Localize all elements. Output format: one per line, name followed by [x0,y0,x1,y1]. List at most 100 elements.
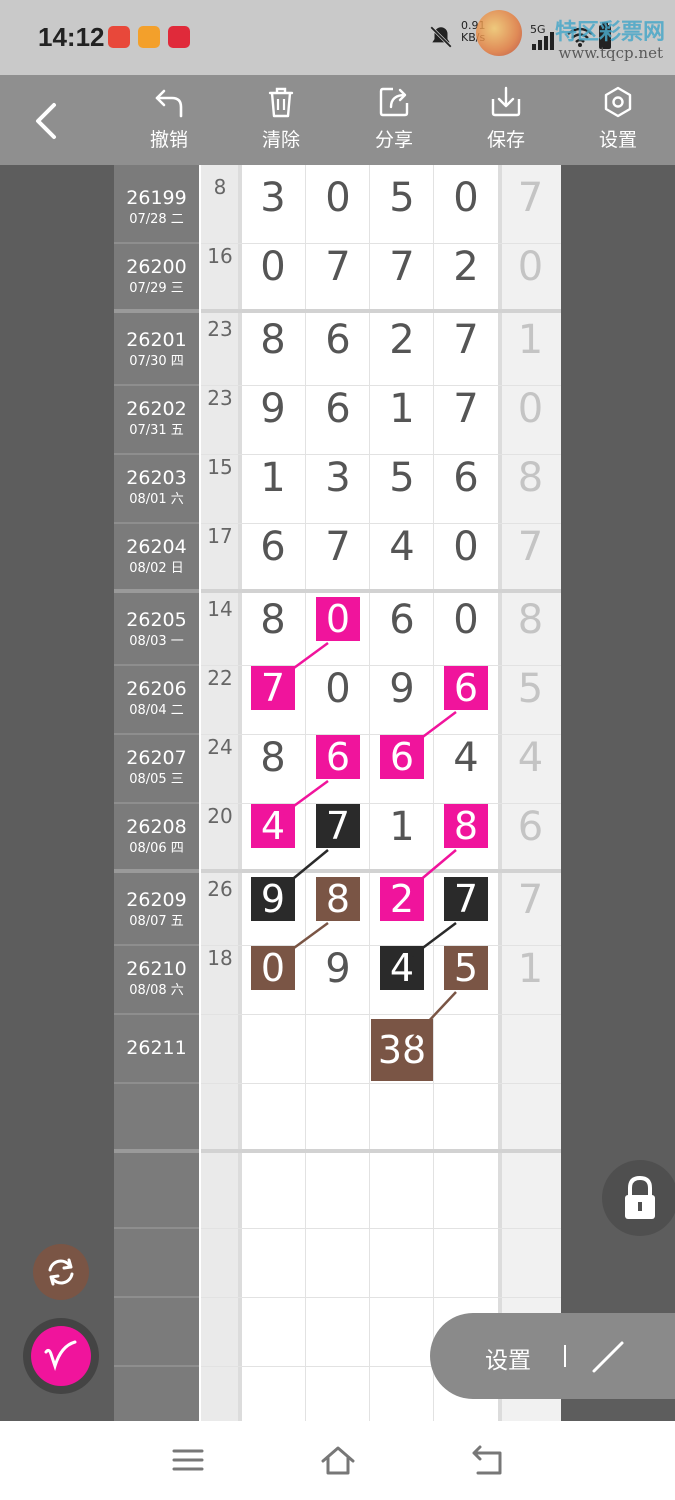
digit-cell[interactable]: 7 [306,804,370,873]
digit-cell[interactable]: 1 [370,804,434,873]
sum-cell: 24 [207,735,233,759]
digit-cell[interactable]: 5 [370,455,434,524]
issue-cell: 26206 08/04 二 [114,666,199,735]
nav-back-icon[interactable] [470,1443,506,1477]
digit-cell[interactable]: 0 [306,666,370,735]
issue-cell: 26209 08/07 五 [114,877,199,946]
save-label: 保存 [486,129,525,151]
digit-cell[interactable]: 1 [241,455,305,524]
issue-date: 08/06 四 [129,841,184,856]
settings-button[interactable]: 设置 [578,85,658,159]
line-tool-icon[interactable] [580,1329,636,1385]
digit-cell[interactable]: 6 [241,524,305,593]
tail-cell: 0 [517,244,544,290]
digit-cell[interactable]: 4 [241,804,305,873]
digit-cell[interactable]: 6 [306,317,370,386]
clear-button[interactable]: 清除 [241,85,321,159]
digit-cell[interactable]: 2 [370,317,434,386]
digit-cell[interactable]: 6 [434,455,498,524]
digit-cell[interactable]: 0 [241,946,305,1015]
save-button[interactable]: 保存 [466,85,546,159]
issue-cell: 26205 08/03 一 [114,597,199,666]
digit-cell[interactable]: 6 [306,386,370,455]
forecast-value: 38 [371,1019,433,1081]
row-divider [114,1149,199,1153]
issue-number: 26204 [126,536,187,558]
sync-button[interactable] [33,1244,89,1300]
pen-stroke-icon [44,1340,77,1371]
menu-icon[interactable] [170,1443,206,1477]
digit-cell[interactable]: 8 [241,597,305,666]
row-divider [201,1149,561,1153]
digit-cell[interactable]: 7 [434,386,498,455]
digit-cell[interactable]: 0 [434,597,498,666]
digit-cell[interactable]: 2 [434,244,498,313]
digit-cell[interactable]: 6 [434,666,498,735]
issue-number: 26203 [126,467,187,489]
pen-button[interactable] [23,1318,99,1394]
digit-cell[interactable]: 0 [306,175,370,244]
trend-chart-grid[interactable]: 26199 07/28 二 8 3 0 5 0 7 26200 07/29 三 16 0 7 7 2 0 262… [114,165,561,1421]
draw-settings-button[interactable]: 设置 [485,1341,531,1375]
digit-cell[interactable]: 6 [370,735,434,804]
digit-cell[interactable]: 0 [241,244,305,313]
digit-cell[interactable]: 7 [434,317,498,386]
table-row: 26211 38 [114,1015,561,1084]
digit-cell[interactable]: 6 [306,735,370,804]
tail-cell: 0 [517,386,544,432]
digit-cell[interactable]: 8 [241,317,305,386]
undo-label: 撤销 [149,129,188,151]
digit-cell[interactable]: 0 [306,597,370,666]
digit-cell[interactable]: 2 [370,877,434,946]
digit-cell[interactable]: 7 [434,877,498,946]
digit-cell[interactable] [434,1015,498,1084]
digit-cell[interactable] [306,1015,370,1084]
sum-cell: 26 [207,877,233,901]
tail-cell: 8 [517,455,544,501]
digit-cell[interactable]: 7 [306,524,370,593]
issue-date: 08/03 一 [129,634,184,649]
undo-button[interactable]: 撤销 [129,85,209,159]
digit-cell[interactable]: 9 [306,946,370,1015]
issue-date: 08/05 三 [129,772,184,787]
digit-cell[interactable]: 9 [241,877,305,946]
digit-cell[interactable]: 0 [434,524,498,593]
digit-cell[interactable]: 4 [370,946,434,1015]
sum-cell: 14 [207,597,233,621]
home-icon[interactable] [320,1443,356,1477]
issue-cell: 26210 08/08 六 [114,946,199,1015]
digit-cell[interactable]: 7 [370,244,434,313]
share-button[interactable]: 分享 [354,85,434,159]
issue-number: 26200 [126,256,187,278]
digit-cell[interactable]: 7 [306,244,370,313]
digit-cell[interactable]: 3 [306,455,370,524]
digit-cell[interactable]: 6 [370,597,434,666]
issue-cell: 26208 08/06 四 [114,804,199,873]
digit-cell[interactable]: 4 [434,735,498,804]
app-notification-icon [138,26,160,48]
digit-cell[interactable]: 1 [370,386,434,455]
digit-cell[interactable]: 0 [434,175,498,244]
digit-cell[interactable]: 5 [370,175,434,244]
pill-divider [564,1345,566,1367]
system-nav-bar [0,1421,675,1500]
app-notification-icon [168,26,190,48]
table-row: 26208 08/06 四 20 4 7 1 8 6 [114,804,561,873]
digit-cell[interactable]: 9 [370,666,434,735]
digit-cell[interactable]: 3 [241,175,305,244]
digit-cell[interactable]: 8 [306,877,370,946]
lock-button[interactable] [602,1160,675,1236]
digit-marked-brown: 8 [316,877,360,921]
tail-cell: 6 [517,804,544,850]
forecast-cell[interactable]: 38 [370,1015,434,1084]
back-arrow-icon[interactable] [28,99,68,143]
settings-hex-icon [604,86,632,118]
digit-cell[interactable]: 7 [241,666,305,735]
digit-cell[interactable]: 8 [241,735,305,804]
digit-cell[interactable] [241,1015,305,1084]
digit-cell[interactable]: 9 [241,386,305,455]
digit-cell[interactable]: 8 [434,804,498,873]
digit-cell[interactable]: 5 [434,946,498,1015]
digit-cell[interactable]: 4 [370,524,434,593]
tail-cell [500,1015,561,1084]
